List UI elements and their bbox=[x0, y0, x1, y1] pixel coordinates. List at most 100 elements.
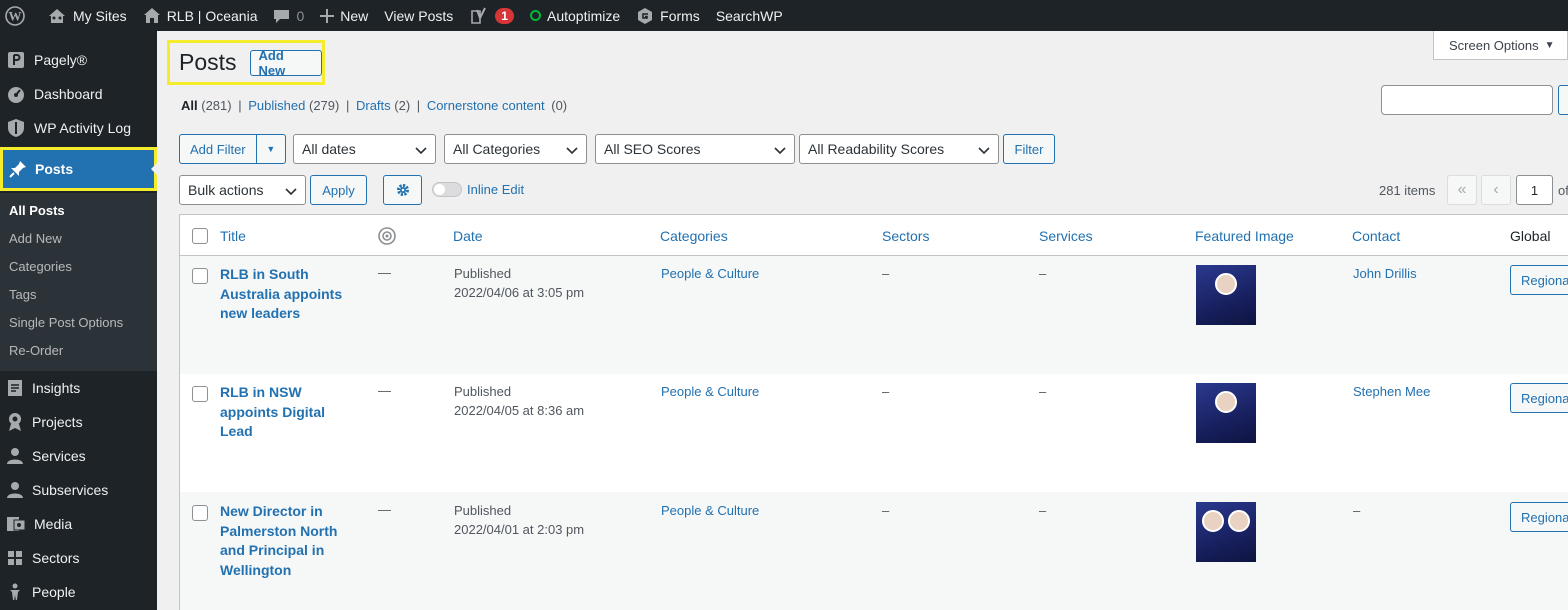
view-posts-label: View Posts bbox=[384, 7, 454, 24]
current-page-value: 1 bbox=[1530, 182, 1539, 198]
row-checkbox[interactable] bbox=[192, 386, 208, 402]
site-name-label: RLB | Oceania bbox=[166, 7, 258, 24]
post-title-link[interactable]: RLB in South Australia appoints new lead… bbox=[220, 265, 350, 324]
global-regional-button[interactable]: Regional bbox=[1510, 502, 1568, 532]
global-regional-button[interactable]: Regional bbox=[1510, 265, 1568, 295]
row-checkbox[interactable] bbox=[192, 268, 208, 284]
submenu-categories[interactable]: Categories bbox=[0, 253, 157, 281]
post-status: Published bbox=[454, 384, 512, 399]
shield-icon bbox=[8, 119, 24, 137]
category-link[interactable]: People & Culture bbox=[661, 384, 759, 399]
media-icon bbox=[7, 517, 26, 531]
sidebar-item-label: Pagely® bbox=[34, 52, 88, 68]
main-content: Screen Options ▼ Posts Add New All (281)… bbox=[157, 31, 1568, 610]
my-sites-label: My Sites bbox=[73, 7, 127, 24]
sidebar-item-subservices[interactable]: Subservices bbox=[0, 473, 157, 507]
featured-image-thumbnail[interactable] bbox=[1196, 502, 1256, 562]
item-count: 281 items bbox=[1379, 183, 1436, 198]
searchwp-menu[interactable]: SearchWP bbox=[708, 0, 791, 31]
category-link[interactable]: People & Culture bbox=[661, 503, 759, 518]
view-all-link[interactable]: All bbox=[181, 98, 198, 113]
yoast-notification-badge: 1 bbox=[495, 7, 514, 24]
autoptimize-menu[interactable]: Autoptimize bbox=[522, 0, 628, 31]
search-posts-button[interactable] bbox=[1558, 85, 1568, 115]
view-published-link[interactable]: Published bbox=[248, 98, 305, 113]
add-filter-button[interactable]: Add Filter ▼ bbox=[179, 134, 286, 164]
sidebar-item-label: Subservices bbox=[32, 482, 109, 498]
featured-image-thumbnail[interactable] bbox=[1196, 383, 1256, 443]
first-page-button[interactable]: « bbox=[1447, 175, 1477, 205]
comments-menu[interactable]: 0 bbox=[265, 0, 312, 31]
readability-filter-select[interactable]: All Readability Scores bbox=[799, 134, 999, 164]
sidebar-item-label: Posts bbox=[35, 161, 74, 177]
caret-down-icon[interactable]: ▼ bbox=[257, 135, 285, 163]
sidebar-item-media[interactable]: Media bbox=[0, 507, 157, 541]
column-services-header[interactable]: Services bbox=[1039, 228, 1093, 244]
search-input[interactable] bbox=[1381, 85, 1553, 115]
inline-edit-toggle[interactable] bbox=[432, 182, 462, 197]
view-posts-link[interactable]: View Posts bbox=[376, 0, 461, 31]
row-checkbox[interactable] bbox=[192, 505, 208, 521]
site-name-menu[interactable]: RLB | Oceania bbox=[135, 0, 266, 31]
seo-score-value: — bbox=[378, 265, 391, 280]
view-cornerstone-link[interactable]: Cornerstone content bbox=[427, 98, 545, 113]
select-all-checkbox[interactable] bbox=[192, 228, 208, 244]
seo-score-value: — bbox=[378, 383, 391, 398]
seo-score-filter-select[interactable]: All SEO Scores bbox=[595, 134, 795, 164]
column-title-header[interactable]: Title bbox=[220, 228, 246, 244]
view-separator: | bbox=[416, 98, 421, 113]
bulk-actions-value: Bulk actions bbox=[188, 182, 264, 198]
post-title-link[interactable]: New Director in Palmerston North and Pri… bbox=[220, 502, 350, 580]
sidebar-item-services[interactable]: Services bbox=[0, 439, 157, 473]
my-sites-menu[interactable]: My Sites bbox=[39, 0, 135, 31]
grid-icon bbox=[8, 551, 22, 565]
sidebar-item-posts[interactable]: Posts bbox=[0, 147, 157, 191]
screen-options-button[interactable]: Screen Options ▼ bbox=[1433, 31, 1568, 60]
sidebar-item-dashboard[interactable]: Dashboard bbox=[0, 77, 157, 111]
sidebar-item-sectors[interactable]: Sectors bbox=[0, 541, 157, 575]
column-featured-image-header[interactable]: Featured Image bbox=[1195, 228, 1294, 244]
forms-menu[interactable]: Forms bbox=[628, 0, 708, 31]
view-drafts-link[interactable]: Drafts bbox=[356, 98, 391, 113]
global-regional-button[interactable]: Regional bbox=[1510, 383, 1568, 413]
column-categories-header[interactable]: Categories bbox=[660, 228, 728, 244]
category-link[interactable]: People & Culture bbox=[661, 266, 759, 281]
featured-image-thumbnail[interactable] bbox=[1196, 265, 1256, 325]
date-filter-value: All dates bbox=[302, 141, 356, 157]
category-filter-select[interactable]: All Categories bbox=[444, 134, 587, 164]
sidebar-item-label: Services bbox=[32, 448, 86, 464]
sidebar-item-projects[interactable]: Projects bbox=[0, 405, 157, 439]
submenu-re-order[interactable]: Re-Order bbox=[0, 337, 157, 365]
sidebar-item-pagely[interactable]: Pagely® bbox=[0, 43, 157, 77]
sidebar-item-people[interactable]: People bbox=[0, 575, 157, 609]
add-new-button[interactable]: Add New bbox=[249, 48, 322, 78]
sidebar-item-wp-activity-log[interactable]: WP Activity Log bbox=[0, 111, 157, 145]
seo-score-icon[interactable] bbox=[377, 226, 397, 246]
submenu-all-posts[interactable]: All Posts bbox=[0, 197, 157, 225]
filter-button[interactable]: Filter bbox=[1003, 134, 1055, 164]
wordpress-logo[interactable]: W bbox=[0, 0, 39, 31]
submenu-add-new[interactable]: Add New bbox=[0, 225, 157, 253]
sidebar-item-insights[interactable]: Insights bbox=[0, 371, 157, 405]
contact-link[interactable]: Stephen Mee bbox=[1353, 384, 1430, 399]
new-content-menu[interactable]: New bbox=[312, 0, 376, 31]
settings-button[interactable] bbox=[383, 175, 422, 205]
yoast-icon bbox=[471, 7, 487, 24]
bulk-actions-select[interactable]: Bulk actions bbox=[179, 175, 306, 205]
contact-link[interactable]: John Drillis bbox=[1353, 266, 1417, 281]
column-contact-header[interactable]: Contact bbox=[1352, 228, 1400, 244]
previous-page-button[interactable]: ‹ bbox=[1481, 175, 1511, 205]
column-sectors-header[interactable]: Sectors bbox=[882, 228, 929, 244]
current-page-input[interactable]: 1 bbox=[1516, 175, 1553, 205]
document-icon bbox=[8, 380, 22, 396]
yoast-menu[interactable]: 1 bbox=[461, 0, 522, 31]
inline-edit-label[interactable]: Inline Edit bbox=[467, 182, 524, 197]
post-title-link[interactable]: RLB in NSW appoints Digital Lead bbox=[220, 383, 350, 442]
submenu-single-post-options[interactable]: Single Post Options bbox=[0, 309, 157, 337]
apply-button[interactable]: Apply bbox=[310, 175, 367, 205]
date-filter-select[interactable]: All dates bbox=[293, 134, 436, 164]
portrait-avatar bbox=[1228, 510, 1250, 532]
column-date-header[interactable]: Date bbox=[453, 228, 483, 244]
screen-options-label: Screen Options bbox=[1449, 37, 1539, 53]
submenu-tags[interactable]: Tags bbox=[0, 281, 157, 309]
